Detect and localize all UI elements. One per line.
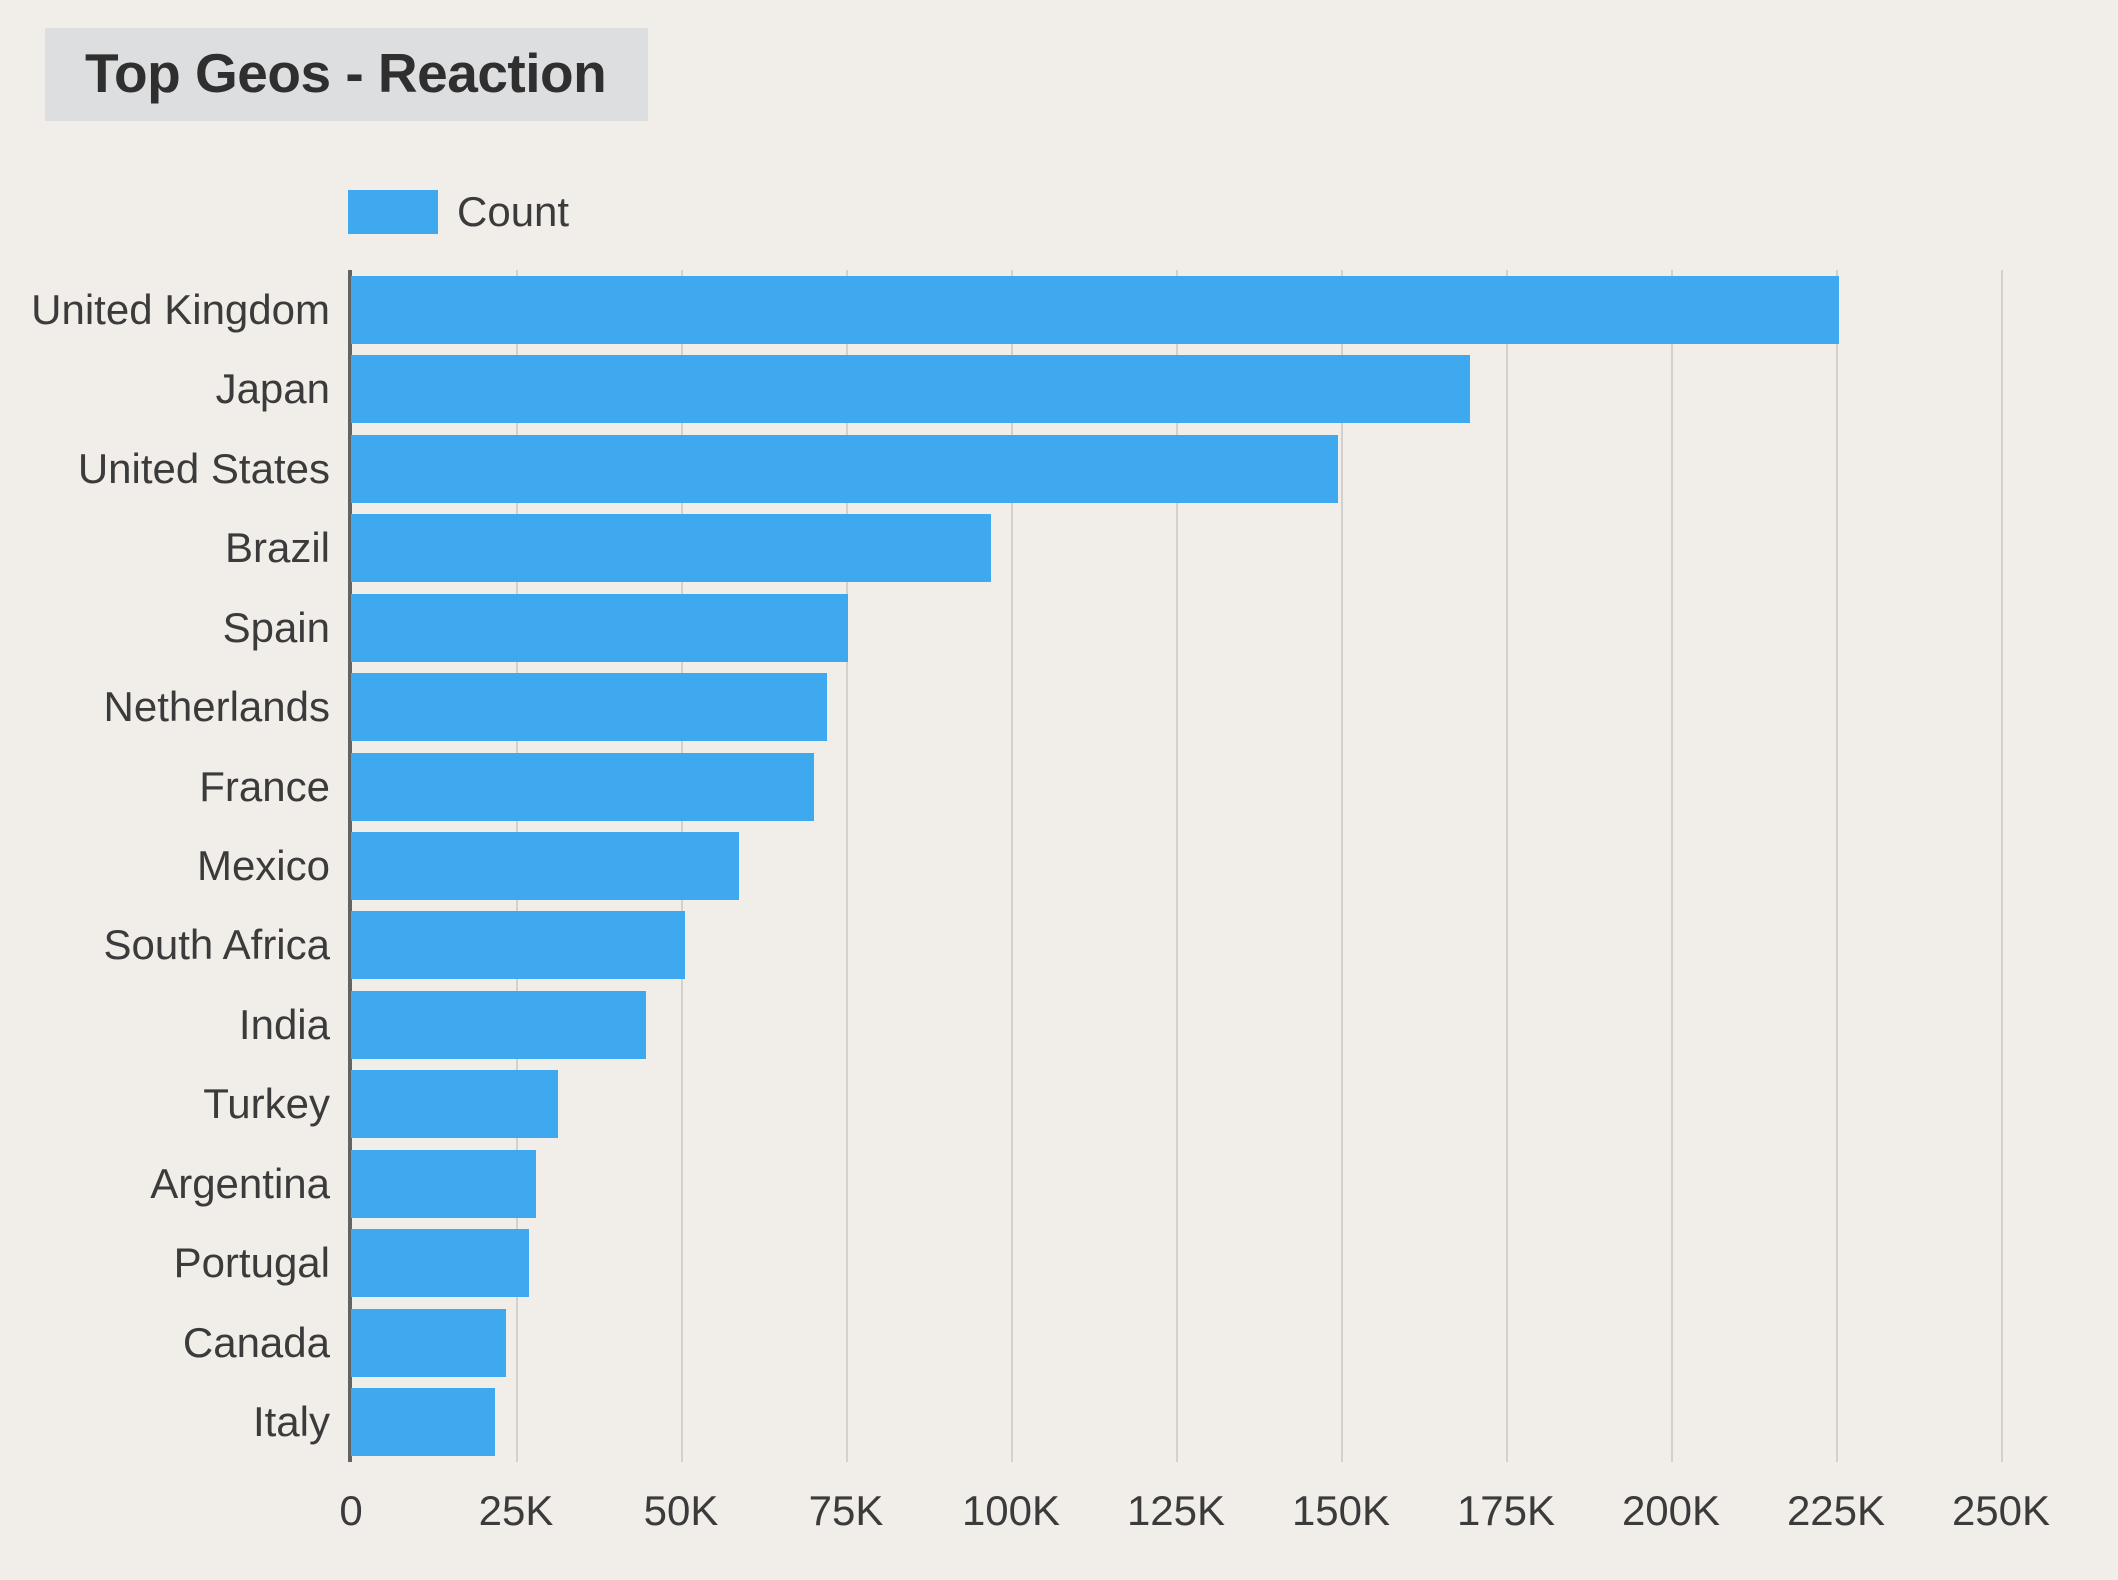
bar[interactable] (351, 1070, 559, 1139)
x-axis-tick-label: 175K (1456, 1487, 1556, 1534)
x-axis-tick-label: 0 (339, 1487, 363, 1534)
bar[interactable] (351, 752, 815, 821)
bar[interactable] (351, 990, 647, 1059)
y-axis-tick-label: Argentina (150, 1159, 330, 1207)
x-axis-tick-label: 225K (1786, 1487, 1886, 1534)
y-axis-tick-label: Netherlands (103, 683, 330, 731)
bar[interactable] (351, 673, 827, 742)
gridline (2001, 270, 2003, 1462)
y-axis-tick-label: United States (77, 444, 330, 492)
x-axis-tick-label: 100K (961, 1487, 1061, 1534)
legend-label-count: Count (457, 188, 570, 235)
y-axis-tick-label: Brazil (224, 524, 330, 572)
bar[interactable] (351, 832, 740, 900)
plot-area (348, 270, 2003, 1462)
bar-row[interactable] (351, 275, 2001, 344)
x-axis-tick-label: 250K (1951, 1487, 2051, 1534)
bar-row[interactable] (351, 911, 2001, 980)
chart-container: Top Geos - Reaction Count United Kingdom… (0, 0, 2118, 1580)
chart-title-box: Top Geos - Reaction (45, 28, 649, 121)
bar-series-count (351, 270, 2001, 1462)
bar-row[interactable] (351, 1149, 2001, 1218)
bar-row[interactable] (351, 1229, 2001, 1298)
bar-row[interactable] (351, 752, 2001, 821)
y-axis-tick-label: Mexico (196, 842, 330, 889)
bar-row[interactable] (351, 1308, 2001, 1377)
bar-row[interactable] (351, 832, 2001, 900)
y-axis-tick-label: Turkey (203, 1080, 330, 1128)
bar[interactable] (351, 593, 848, 662)
bar[interactable] (351, 514, 992, 583)
y-axis-tick-label: Italy (252, 1398, 330, 1446)
y-axis-tick-label: India (238, 1000, 330, 1048)
bar[interactable] (351, 1149, 536, 1218)
bar-row[interactable] (351, 355, 2001, 424)
bar-row[interactable] (351, 1388, 2001, 1457)
bar[interactable] (351, 1388, 495, 1457)
y-axis-tick-label: Canada (182, 1318, 330, 1366)
x-axis-tick-label: 25K (478, 1487, 554, 1534)
bar[interactable] (351, 275, 1840, 344)
bar[interactable] (351, 1229, 530, 1298)
legend-swatch-count (348, 190, 438, 234)
y-axis-tick-label: Spain (222, 603, 330, 651)
y-axis-tick-label: South Africa (103, 921, 330, 969)
bar-row[interactable] (351, 990, 2001, 1059)
bar-row[interactable] (351, 434, 2001, 503)
x-axis-tick-label: 150K (1291, 1487, 1391, 1534)
y-axis-tick-label: France (199, 762, 330, 810)
bar-row[interactable] (351, 673, 2001, 742)
y-axis-tick-label: Japan (215, 365, 330, 413)
x-axis-tick-label: 50K (643, 1487, 719, 1534)
bar-row[interactable] (351, 593, 2001, 662)
x-axis-labels: 0 25K 50K 75K 100K 125K 150K 175K 200K 225K 250K (0, 1490, 2118, 1560)
bar[interactable] (351, 434, 1338, 503)
bar[interactable] (351, 355, 1470, 424)
y-axis-labels: United Kingdom Japan United States Brazil Sp… (0, 270, 330, 1462)
y-axis-tick-label: Portugal (173, 1239, 330, 1287)
x-axis-tick-label: 125K (1126, 1487, 1226, 1534)
bar-row[interactable] (351, 514, 2001, 583)
y-axis-tick-label: United Kingdom (31, 285, 330, 333)
x-axis-tick-label: 75K (808, 1487, 884, 1534)
bar[interactable] (351, 1308, 507, 1377)
bar-row[interactable] (351, 1070, 2001, 1139)
bar[interactable] (351, 911, 685, 980)
page-title: Top Geos - Reaction (85, 42, 607, 104)
chart-legend: Count (348, 190, 569, 234)
x-axis-tick-label: 200K (1621, 1487, 1721, 1534)
